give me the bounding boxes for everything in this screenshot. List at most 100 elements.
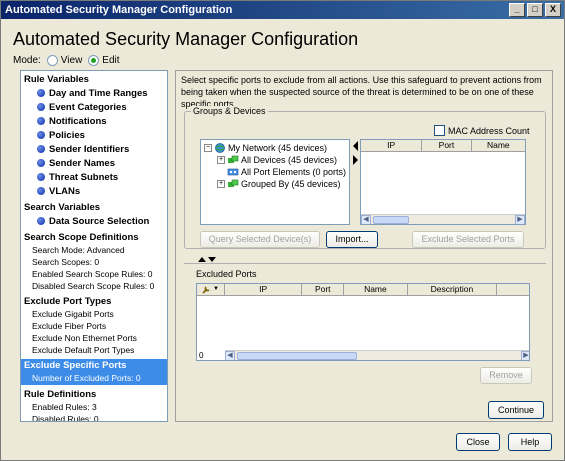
title-bar: Automated Security Manager Configuration… <box>1 1 564 19</box>
continue-button[interactable]: Continue <box>488 401 544 419</box>
main-panel: Select specific ports to exclude from al… <box>175 70 553 422</box>
bullet-icon <box>37 145 45 153</box>
sidebar-item-sender-names[interactable]: Sender Names <box>21 156 167 170</box>
sidebar-item-exclude-specific-ports[interactable]: Exclude Specific Ports Number of Exclude… <box>21 359 167 385</box>
tree-node-grouped-by[interactable]: + Grouped By (45 devices) <box>201 178 349 190</box>
app-window: Automated Security Manager Configuration… <box>0 0 565 461</box>
sidebar-item-event-categories[interactable]: Event Categories <box>21 100 167 114</box>
sidebar-item-data-source[interactable]: Data Source Selection <box>21 214 167 228</box>
split-right-arrow-icon[interactable] <box>353 155 359 165</box>
scope-search-mode: Search Mode: Advanced <box>32 245 125 255</box>
mac-count-checkbox[interactable] <box>434 125 445 136</box>
page-title: Automated Security Manager Configuration <box>13 29 359 49</box>
scroll-right-icon[interactable]: ▶ <box>521 351 529 360</box>
sidebar-item-label: Policies <box>49 129 85 141</box>
enabled-rules: Enabled Rules: 3 <box>32 402 97 412</box>
mac-count-label: MAC Address Count <box>448 125 530 136</box>
help-button[interactable]: Help <box>508 433 552 451</box>
column-port[interactable]: Port <box>422 140 472 151</box>
device-table-scrollbar[interactable]: ◀ ▶ <box>361 214 525 224</box>
device-tree[interactable]: − My Network (45 devices) + All Devices … <box>200 139 350 225</box>
mode-selector: Mode: View Edit <box>13 55 120 66</box>
sidebar-item-label: Data Source Selection <box>49 215 150 227</box>
exclude-ports-button[interactable]: Exclude Selected Ports <box>412 231 524 248</box>
scroll-thumb[interactable] <box>237 352 357 360</box>
scope-search-scopes: Search Scopes: 0 <box>32 257 100 267</box>
expand-icon[interactable]: + <box>217 180 225 188</box>
sidebar-header-rule-definitions[interactable]: Rule Definitions <box>21 388 167 401</box>
device-table-header: IP Port Name <box>361 140 525 152</box>
column-extra[interactable] <box>497 284 529 295</box>
sidebar-header-rule-variables: Rule Variables <box>24 74 89 85</box>
bullet-icon <box>37 217 45 225</box>
excluded-table-scrollbar[interactable]: ◀ ▶ <box>225 350 529 360</box>
exclude-default: Exclude Default Port Types <box>32 345 135 355</box>
tree-node-all-devices[interactable]: + All Devices (45 devices) <box>201 154 349 166</box>
exclude-non-ethernet: Exclude Non Ethernet Ports <box>32 333 137 343</box>
sidebar: Rule Variables Day and Time Ranges Event… <box>20 70 168 422</box>
expand-icon[interactable]: + <box>217 156 225 164</box>
dropdown-arrow-icon: ▼ <box>212 286 219 292</box>
column-name[interactable]: Name <box>472 140 525 151</box>
close-button[interactable]: Close <box>456 433 500 451</box>
scroll-left-icon[interactable]: ◀ <box>361 215 371 224</box>
device-group-icon <box>228 179 239 187</box>
sidebar-item-sender-identifiers[interactable]: Sender Identifiers <box>21 142 167 156</box>
scroll-right-icon[interactable]: ▶ <box>515 215 525 224</box>
edit-radio-label: Edit <box>102 55 120 66</box>
tree-node-my-network[interactable]: − My Network (45 devices) <box>201 142 349 154</box>
sidebar-item-label: Threat Subnets <box>49 171 119 183</box>
scroll-thumb[interactable] <box>373 216 409 224</box>
tree-node-all-ports[interactable]: All Port Elements (0 ports) <box>201 166 349 178</box>
tree-node-label: All Port Elements (0 ports) <box>241 167 347 177</box>
sidebar-header-search-scope[interactable]: Search Scope Definitions <box>21 231 167 244</box>
sidebar-item-label: Sender Identifiers <box>49 143 130 155</box>
view-radio[interactable] <box>46 55 58 66</box>
minimize-button[interactable]: _ <box>509 3 525 17</box>
bullet-icon <box>37 89 45 97</box>
scroll-left-icon[interactable]: ◀ <box>225 351 235 360</box>
sidebar-item-label: Sender Names <box>49 157 116 169</box>
edit-radio[interactable] <box>88 55 100 66</box>
sidebar-item-day-time[interactable]: Day and Time Ranges <box>21 86 167 100</box>
excluded-ports-table[interactable]: ▼ IP Port Name Description ◀ ▶ 0 <box>196 283 530 361</box>
mode-label: Mode: <box>13 55 41 66</box>
mode-view-option[interactable]: View <box>46 55 82 66</box>
column-ip[interactable]: IP <box>225 284 303 295</box>
sidebar-item-label: Event Categories <box>49 101 127 113</box>
sidebar-item-threat-subnets[interactable]: Threat Subnets <box>21 170 167 184</box>
close-window-button[interactable]: X <box>545 3 561 17</box>
device-group-icon <box>228 155 239 163</box>
mac-count-option[interactable]: MAC Address Count <box>434 125 530 136</box>
column-name[interactable]: Name <box>344 284 408 295</box>
mode-edit-option[interactable]: Edit <box>88 55 120 66</box>
collapse-icon[interactable]: − <box>204 144 212 152</box>
exclude-specific-header: Exclude Specific Ports <box>24 360 127 371</box>
splitter-arrows-icon[interactable] <box>198 255 216 263</box>
maximize-button[interactable]: □ <box>527 3 543 17</box>
excluded-ports-title: Excluded Ports <box>196 269 257 279</box>
intro-text: Select specific ports to exclude from al… <box>181 75 542 109</box>
device-ports-table[interactable]: IP Port Name ◀ ▶ <box>360 139 526 225</box>
sidebar-item-policies[interactable]: Policies <box>21 128 167 142</box>
window-title: Automated Security Manager Configuration <box>5 4 233 16</box>
sidebar-header-exclude-port-types[interactable]: Exclude Port Types <box>21 295 167 308</box>
column-port[interactable]: Port <box>302 284 345 295</box>
query-devices-button[interactable]: Query Selected Device(s) <box>200 231 320 248</box>
excluded-ports-count: Number of Excluded Ports: 0 <box>32 373 141 383</box>
scope-enabled-rules: Enabled Search Scope Rules: 0 <box>32 269 153 279</box>
import-button[interactable]: Import... <box>326 231 378 248</box>
column-ip[interactable]: IP <box>361 140 423 151</box>
column-options[interactable]: ▼ <box>197 284 225 295</box>
sidebar-item-notifications[interactable]: Notifications <box>21 114 167 128</box>
excluded-table-header: ▼ IP Port Name Description <box>197 284 529 296</box>
bullet-icon <box>37 117 45 125</box>
split-left-arrow-icon[interactable] <box>353 141 359 151</box>
groups-devices-title: Groups & Devices <box>191 106 268 116</box>
bullet-icon <box>37 187 45 195</box>
bullet-icon <box>37 131 45 139</box>
scope-disabled-rules: Disabled Search Scope Rules: 0 <box>32 281 155 291</box>
sidebar-item-vlans[interactable]: VLANs <box>21 184 167 198</box>
column-description[interactable]: Description <box>408 284 498 295</box>
remove-button[interactable]: Remove <box>480 367 532 384</box>
